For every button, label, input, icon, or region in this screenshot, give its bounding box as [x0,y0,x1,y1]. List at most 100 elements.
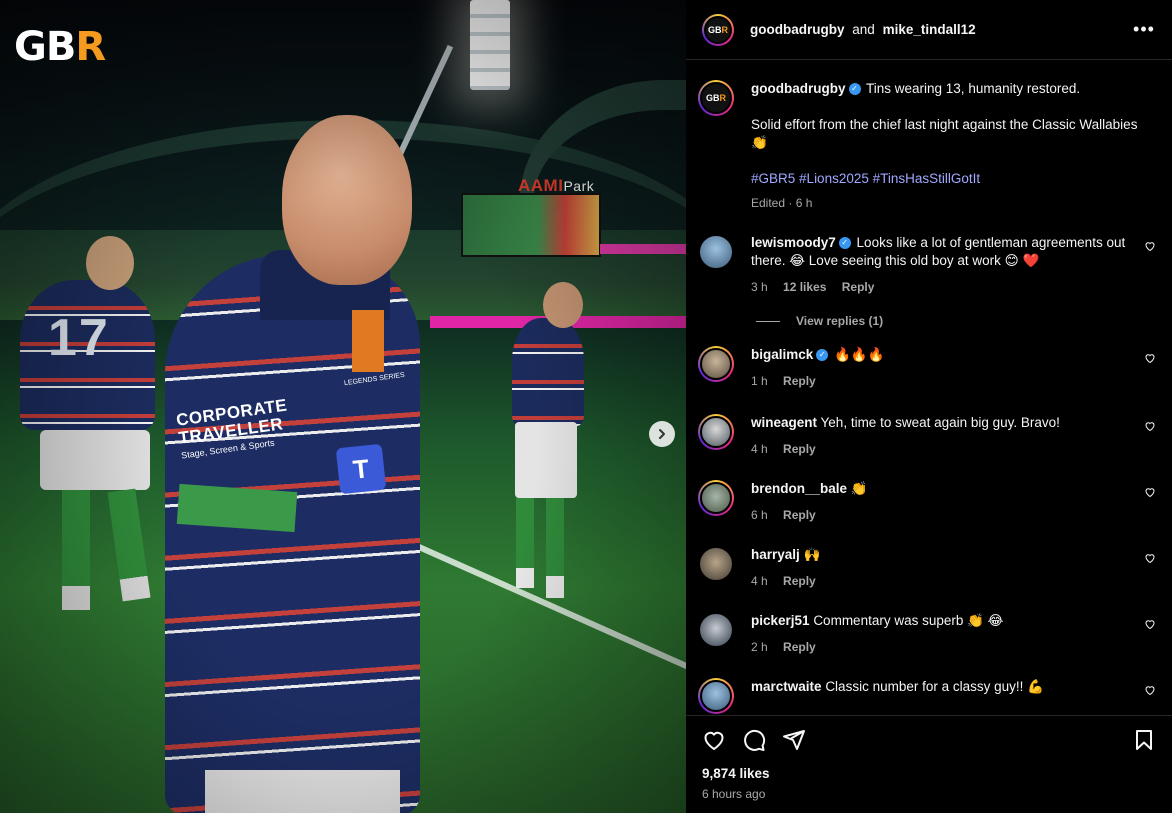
comment: marctwaite Classic number for a classy g… [698,678,1156,714]
hashtag-link[interactable]: #TinsHasStillGotIt [873,171,981,186]
avatar[interactable] [698,612,734,648]
header-username-1[interactable]: goodbadrugby [750,22,845,37]
avatar-image [700,416,732,448]
comment-meta: 4 h Reply [751,440,1138,458]
heart-icon[interactable] [1144,420,1156,432]
comment: lewismoody7 ✓ Looks like a lot of gentlem… [698,234,1156,296]
comment-text: Commentary was superb 👏 😂 [813,613,1004,628]
reply-button[interactable]: Reply [783,508,816,522]
chevron-right-icon [659,429,665,439]
jersey-collar-tab [352,310,384,372]
comment-body: pickerj51 Commentary was superb 👏 😂 2 h … [751,612,1156,656]
more-horizontal-icon[interactable]: ••• [1132,19,1156,40]
player-right-head [543,282,583,328]
avatar[interactable] [698,234,734,270]
heart-icon[interactable] [1144,240,1156,252]
heart-icon[interactable] [1144,684,1156,696]
divider [756,320,780,322]
send-icon[interactable] [782,728,806,752]
reply-button[interactable]: Reply [783,374,816,388]
caption-line1: Tins wearing 13, humanity restored. [866,81,1081,96]
comment-body: lewismoody7 ✓ Looks like a lot of gentlem… [751,234,1156,296]
logo-letters: GB [14,24,76,70]
comment-username[interactable]: lewismoody7 [751,235,836,250]
post-photo: AAMIPark 17 CORPORATE TRAVELLER Stage, S… [0,0,686,813]
comment-body: wineagent Yeh, time to sweat again big g… [751,414,1156,458]
avatar-image [700,348,732,380]
post-caption: GB R goodbadrugby ✓ Tins wearing 13, human… [698,80,1156,212]
post-timestamp: 6 hours ago [702,787,766,801]
comment-likes[interactable]: 12 likes [783,280,826,294]
comment-icon[interactable] [742,728,766,752]
caption-username[interactable]: goodbadrugby [751,81,846,96]
like-count[interactable]: 9,874 likes [702,766,1156,781]
caption-body: goodbadrugby ✓ Tins wearing 13, humanity … [751,80,1156,212]
view-replies-button[interactable]: View replies (1) [756,314,1156,328]
heart-icon[interactable] [1144,486,1156,498]
jersey-sleeve-band [176,483,298,533]
hashtag-link[interactable]: #Lions2025 [799,171,869,186]
comment-time: 4 h [751,442,768,456]
reply-button[interactable]: Reply [842,280,875,294]
header-username-2[interactable]: mike_tindall12 [883,22,976,37]
avatar-image [700,482,732,514]
comments-list: GB R goodbadrugby ✓ Tins wearing 13, human… [686,60,1172,715]
comment-meta: 2 h Reply [751,638,1138,656]
comment-body: brendon__bale 👏 6 h Reply [751,480,1156,524]
avatar-image [698,612,734,648]
player-right-jersey [512,318,584,426]
comment-username[interactable]: harryalj [751,547,800,562]
comment-text: Classic number for a classy guy!! 💪 [825,679,1044,694]
player-right-sock [546,498,564,598]
heart-icon[interactable] [1144,618,1156,630]
comment-username[interactable]: pickerj51 [751,613,810,628]
heart-icon[interactable] [1144,352,1156,364]
player-right-sock [516,498,534,588]
stadium-sign-main: AAMI [518,176,564,195]
heart-icon[interactable] [702,728,726,752]
reply-button[interactable]: Reply [783,640,816,654]
instagram-post: AAMIPark 17 CORPORATE TRAVELLER Stage, S… [0,0,1172,813]
hashtag-link[interactable]: #GBR5 [751,171,795,186]
stadium-screen [461,193,601,257]
comment-username[interactable]: marctwaite [751,679,822,694]
avatar-image: GB R [704,15,732,44]
comment-meta: 4 h Reply [751,572,1138,590]
comment-time: 3 h [751,280,768,294]
heart-icon[interactable] [1144,552,1156,564]
comment-body: bigalimck ✓ 🔥🔥🔥 1 h Reply [751,346,1156,390]
next-photo-button[interactable] [649,421,675,447]
verified-badge-icon: ✓ [848,83,861,96]
avatar[interactable] [698,414,734,450]
comment: harryalj 🙌 4 h Reply [698,546,1156,590]
reply-button[interactable]: Reply [783,442,816,456]
bookmark-icon[interactable] [1132,728,1156,752]
caption-hashtags: #GBR5 #Lions2025 #TinsHasStillGotIt [751,170,1138,188]
reply-button[interactable]: Reply [783,574,816,588]
comment: bigalimck ✓ 🔥🔥🔥 1 h Reply [698,346,1156,390]
avatar[interactable]: GB R [702,13,734,46]
avatar[interactable] [698,546,734,582]
comment-username[interactable]: brendon__bale [751,481,847,496]
avatar[interactable]: GB R [698,80,734,116]
jersey-t-logo: T [335,443,387,495]
view-replies-label: View replies (1) [796,314,884,328]
avatar-image [700,680,732,712]
avatar[interactable] [698,346,734,382]
comment-text: Yeh, time to sweat again big guy. Bravo! [820,415,1060,430]
logo-accent: R [75,24,106,70]
comment: brendon__bale 👏 6 h Reply [698,480,1156,524]
comment: pickerj51 Commentary was superb 👏 😂 2 h … [698,612,1156,656]
comment-time: 6 h [751,508,768,522]
comment-username[interactable]: bigalimck [751,347,813,362]
avatar[interactable] [698,678,734,714]
header-joiner: and [852,22,875,37]
header-usernames: goodbadrugby and mike_tindall12 [750,22,1132,37]
player-right-shorts [515,422,577,498]
post-actions: 9,874 likes 6 hours ago [686,715,1172,801]
player-main-shorts [205,770,400,813]
avatar[interactable] [698,480,734,516]
stadium-sign-sub: Park [563,178,595,194]
comment-username[interactable]: wineagent [751,415,817,430]
floodlight [470,0,510,90]
